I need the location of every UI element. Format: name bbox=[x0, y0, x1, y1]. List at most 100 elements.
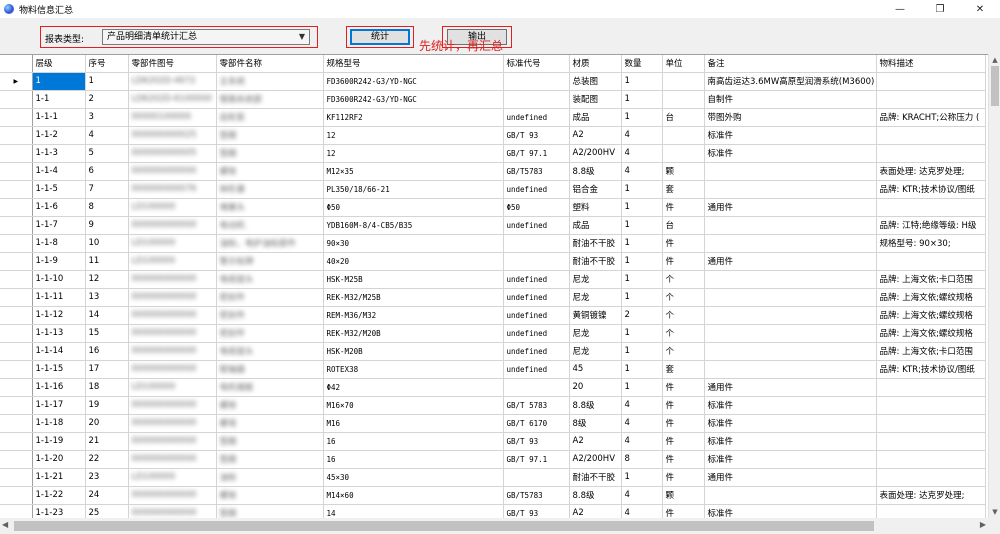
table-row[interactable]: 1-1-14 16 000000000000 电缆接头 HSK-M20B undefine… bbox=[0, 342, 986, 361]
cell-seq-col[interactable]: 25 bbox=[85, 504, 129, 518]
cell-seq-col[interactable]: 20 bbox=[85, 414, 129, 433]
cell-part-name-col[interactable]: 密封件 bbox=[216, 324, 324, 343]
cell-desc-col[interactable]: 品牌: 上海文依;螺纹规格 bbox=[876, 306, 986, 325]
cell-remark-col[interactable]: 标准件 bbox=[704, 144, 877, 163]
table-row[interactable]: 1-1-12 14 000000000000 密封件 REM-M36/M32 undefi… bbox=[0, 306, 986, 325]
vertical-scrollbar[interactable]: ▲ ▼ bbox=[988, 54, 1000, 518]
cell-part-no-col[interactable]: 000000000000 bbox=[128, 414, 217, 433]
row-header[interactable] bbox=[0, 342, 33, 361]
cell-spec-col[interactable]: YDB160M-8/4-CB5/B35 bbox=[323, 216, 504, 235]
row-header[interactable] bbox=[0, 180, 33, 199]
cell-part-no-col[interactable]: LD100000 bbox=[128, 234, 217, 253]
cell-part-name-col[interactable]: 垫圈 bbox=[216, 432, 324, 451]
cell-part-name-col[interactable]: 垫圈 bbox=[216, 504, 324, 518]
cell-part-no-col[interactable]: 000000000000 bbox=[128, 432, 217, 451]
cell-qty-col[interactable]: 4 bbox=[621, 144, 663, 163]
cell-standard-col[interactable] bbox=[503, 468, 570, 487]
cell-desc-col[interactable] bbox=[876, 414, 986, 433]
cell-part-no-col[interactable]: 000000000000 bbox=[128, 450, 217, 469]
table-row[interactable]: 1-1-21 23 LD100000 油标 45×30 耐油不干胶 1 件通用件 bbox=[0, 468, 986, 487]
row-header[interactable] bbox=[0, 198, 33, 217]
cell-unit-col[interactable]: 件 bbox=[662, 252, 705, 271]
cell-level-col[interactable]: 1-1-9 bbox=[32, 252, 86, 271]
row-header[interactable] bbox=[0, 144, 33, 163]
cell-spec-col[interactable]: M16×70 bbox=[323, 396, 504, 415]
cell-remark-col[interactable] bbox=[704, 234, 877, 253]
cell-qty-col[interactable]: 4 bbox=[621, 126, 663, 145]
restore-button[interactable]: ❐ bbox=[920, 0, 960, 18]
cell-part-no-col[interactable]: 000000000000 bbox=[128, 216, 217, 235]
cell-part-name-col[interactable]: 警示标牌 bbox=[216, 252, 324, 271]
cell-seq-col[interactable]: 5 bbox=[85, 144, 129, 163]
cell-unit-col[interactable]: 件 bbox=[662, 432, 705, 451]
column-header-remark-col[interactable]: 备注 bbox=[704, 55, 877, 73]
row-header[interactable] bbox=[0, 378, 33, 397]
cell-seq-col[interactable]: 10 bbox=[85, 234, 129, 253]
cell-spec-col[interactable]: FD3600R242-G3/YD-NGC bbox=[323, 90, 504, 109]
cell-remark-col[interactable] bbox=[704, 216, 877, 235]
scroll-up-icon[interactable]: ▲ bbox=[989, 54, 1000, 66]
cell-standard-col[interactable]: undefined bbox=[503, 108, 570, 127]
scroll-right-icon[interactable]: ▶ bbox=[980, 520, 986, 529]
cell-material-col[interactable]: 成品 bbox=[569, 216, 622, 235]
cell-part-name-col[interactable]: 螺栓 bbox=[216, 162, 324, 181]
cell-material-col[interactable]: 成品 bbox=[569, 108, 622, 127]
cell-material-col[interactable]: 黄铜镀镍 bbox=[569, 306, 622, 325]
cell-part-no-col[interactable]: 000000000000 bbox=[128, 342, 217, 361]
cell-level-col[interactable]: 1-1 bbox=[32, 90, 86, 109]
cell-unit-col[interactable]: 件 bbox=[662, 450, 705, 469]
cell-qty-col[interactable]: 4 bbox=[621, 414, 663, 433]
cell-qty-col[interactable]: 1 bbox=[621, 108, 663, 127]
table-row[interactable]: 1-1-13 15 000000000000 密封件 REK-M32/M20B undef… bbox=[0, 324, 986, 343]
cell-unit-col[interactable]: 个 bbox=[662, 324, 705, 343]
cell-unit-col[interactable] bbox=[662, 72, 705, 91]
cell-remark-col[interactable]: 自制件 bbox=[704, 90, 877, 109]
cell-spec-col[interactable]: REK-M32/M25B bbox=[323, 288, 504, 307]
cell-seq-col[interactable]: 17 bbox=[85, 360, 129, 379]
cell-level-col[interactable]: 1-1-15 bbox=[32, 360, 86, 379]
table-row[interactable]: 1-1-22 24 000000000000 螺栓 M14×60 GB/T5783 8.8级… bbox=[0, 486, 986, 505]
cell-standard-col[interactable]: GB/T 5783 bbox=[503, 396, 570, 415]
cell-standard-col[interactable]: undefined bbox=[503, 180, 570, 199]
cell-level-col[interactable]: 1-1-10 bbox=[32, 270, 86, 289]
cell-material-col[interactable]: 铝合金 bbox=[569, 180, 622, 199]
row-header[interactable] bbox=[0, 396, 33, 415]
row-header[interactable] bbox=[0, 360, 33, 379]
cell-part-no-col[interactable]: 000000000000 bbox=[128, 306, 217, 325]
cell-standard-col[interactable]: GB/T5783 bbox=[503, 486, 570, 505]
cell-level-col[interactable]: 1-1-3 bbox=[32, 144, 86, 163]
cell-spec-col[interactable]: Φ50 bbox=[323, 198, 504, 217]
cell-level-col[interactable]: 1-1-21 bbox=[32, 468, 86, 487]
column-header-qty-col[interactable]: 数量 bbox=[621, 55, 663, 73]
cell-level-col[interactable]: 1-1-23 bbox=[32, 504, 86, 518]
vertical-scroll-thumb[interactable] bbox=[991, 66, 999, 106]
cell-remark-col[interactable] bbox=[704, 162, 877, 181]
cell-unit-col[interactable]: 件 bbox=[662, 234, 705, 253]
cell-desc-col[interactable] bbox=[876, 126, 986, 145]
cell-unit-col[interactable]: 件 bbox=[662, 378, 705, 397]
cell-part-name-col[interactable]: 密封件 bbox=[216, 306, 324, 325]
cell-level-col[interactable]: 1-1-11 bbox=[32, 288, 86, 307]
row-header[interactable] bbox=[0, 486, 33, 505]
cell-part-no-col[interactable]: LD100000 bbox=[128, 198, 217, 217]
cell-seq-col[interactable]: 7 bbox=[85, 180, 129, 199]
cell-part-name-col[interactable]: 电动机 bbox=[216, 216, 324, 235]
table-row[interactable]: ▶ 1 1 LD6202D-4672 主系统 FD3600R242-G3/YD-NGC 总装… bbox=[0, 72, 986, 91]
cell-material-col[interactable]: 尼龙 bbox=[569, 288, 622, 307]
cell-qty-col[interactable]: 2 bbox=[621, 306, 663, 325]
cell-material-col[interactable]: 8.8级 bbox=[569, 396, 622, 415]
table-row[interactable]: 1-1-23 25 000000000000 垫圈 14 GB/T 93 A2 4 件标准件 bbox=[0, 504, 986, 518]
cell-part-name-col[interactable]: 垫圈 bbox=[216, 144, 324, 163]
cell-part-name-col[interactable]: 螺栓 bbox=[216, 396, 324, 415]
row-header[interactable] bbox=[0, 108, 33, 127]
cell-desc-col[interactable]: 品牌: KTR;技术协议/图纸 bbox=[876, 180, 986, 199]
cell-standard-col[interactable] bbox=[503, 234, 570, 253]
close-button[interactable]: ✕ bbox=[960, 0, 1000, 18]
table-row[interactable]: 1-1 2 LD6202D-6100000 管路系统部 FD3600R242-G3/YD… bbox=[0, 90, 986, 109]
cell-level-col[interactable]: 1-1-18 bbox=[32, 414, 86, 433]
cell-standard-col[interactable]: GB/T5783 bbox=[503, 162, 570, 181]
cell-standard-col[interactable] bbox=[503, 378, 570, 397]
cell-level-col[interactable]: 1-1-4 bbox=[32, 162, 86, 181]
cell-unit-col[interactable]: 台 bbox=[662, 216, 705, 235]
cell-spec-col[interactable]: M14×60 bbox=[323, 486, 504, 505]
